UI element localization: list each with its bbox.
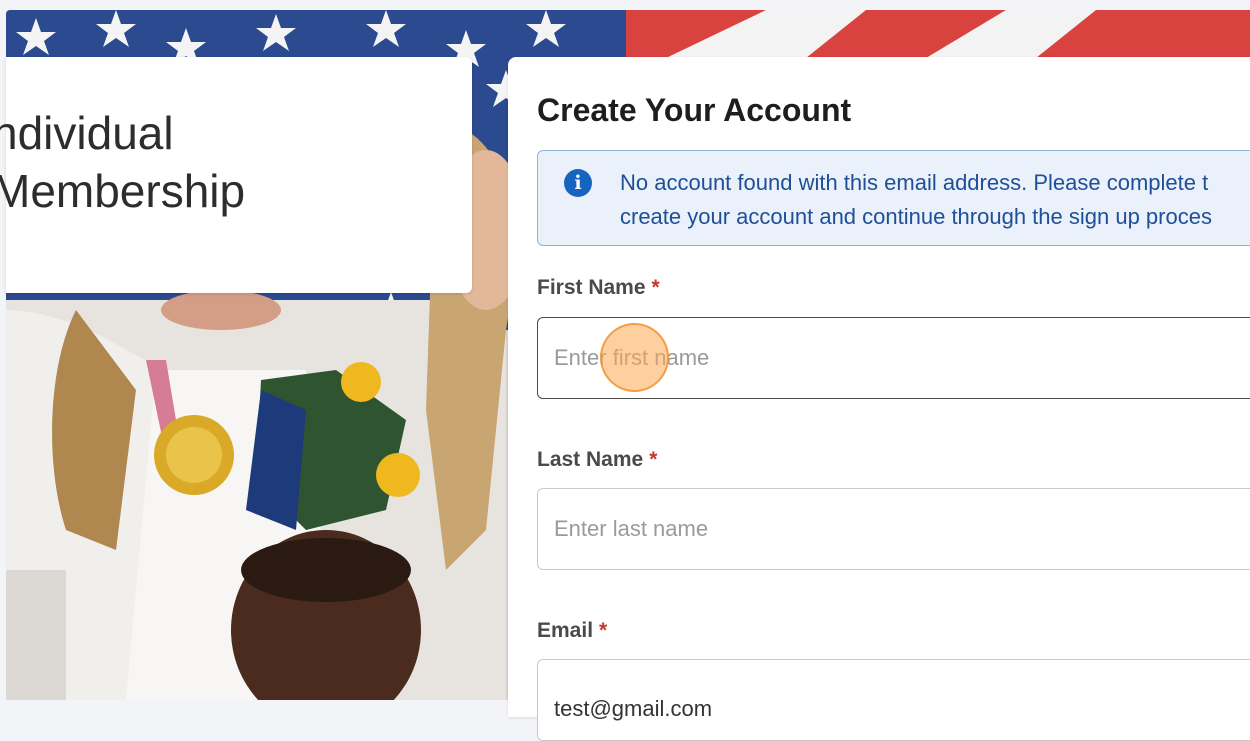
membership-title: ndividual Membership: [0, 104, 462, 220]
last-name-label: Last Name *: [537, 448, 657, 472]
last-name-input[interactable]: [537, 488, 1250, 570]
alert-message-line-2: create your account and continue through…: [620, 204, 1212, 229]
info-icon: i: [564, 169, 592, 197]
email-input[interactable]: [537, 659, 1250, 741]
required-marker: *: [651, 276, 660, 299]
membership-title-line-2: Membership: [0, 165, 246, 217]
required-marker: *: [649, 448, 658, 471]
membership-title-line-1: ndividual: [0, 107, 174, 159]
last-name-label-text: Last Name: [537, 448, 644, 471]
alert-message-line-1: No account found with this email address…: [620, 170, 1209, 195]
required-marker: *: [599, 619, 608, 642]
alert-message: No account found with this email address…: [620, 166, 1250, 234]
email-label: Email *: [537, 619, 607, 643]
first-name-input[interactable]: [537, 317, 1250, 399]
create-account-heading: Create Your Account: [537, 92, 852, 128]
email-label-text: Email: [537, 619, 594, 642]
first-name-label-text: First Name: [537, 276, 646, 299]
first-name-label: First Name *: [537, 276, 660, 300]
